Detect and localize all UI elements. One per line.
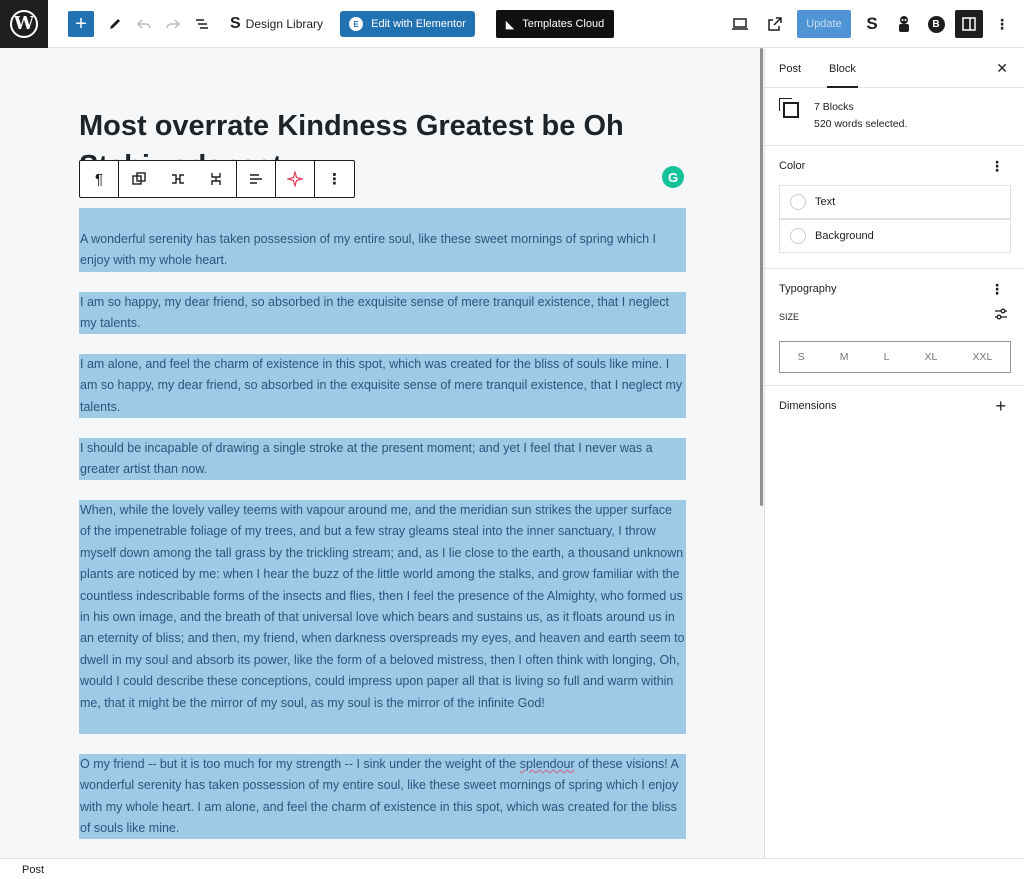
dimensions-panel[interactable]: Dimensions + — [765, 386, 1024, 426]
size-option-xxl[interactable]: XXL — [973, 351, 993, 363]
typography-title: Typography — [779, 283, 837, 295]
paragraph-block-6[interactable]: O my friend -- but it is too much for my… — [79, 754, 686, 839]
design-library-icon: S — [230, 15, 241, 32]
close-icon[interactable]: ✕ — [996, 60, 1008, 77]
size-option-l[interactable]: L — [884, 351, 890, 363]
paragraph-block-5[interactable]: When, while the lovely valley teems with… — [79, 500, 686, 734]
templates-cloud-icon: ◣ — [505, 18, 515, 31]
block-options-kebab-icon[interactable]: ⋮ — [315, 161, 354, 197]
templates-cloud-label: Templates Cloud — [522, 18, 605, 30]
paragraph-block-3[interactable]: I am alone, and feel the charm of existe… — [79, 354, 686, 418]
redo-icon[interactable] — [161, 12, 185, 36]
dimensions-title: Dimensions — [779, 400, 837, 412]
paragraph-block-2[interactable]: I am so happy, my dear friend, so absorb… — [79, 292, 686, 334]
color-options-kebab-icon[interactable]: ⋮ — [990, 158, 1004, 175]
text-color-swatch-icon — [790, 194, 806, 210]
add-dimension-plus-icon[interactable]: + — [995, 396, 1006, 417]
undo-icon[interactable] — [132, 12, 156, 36]
stack-icon[interactable] — [197, 161, 237, 197]
text-color-option[interactable]: Text — [779, 185, 1011, 219]
editor-top-bar: W + S Design Library E Edit with Element… — [0, 0, 1024, 48]
text-color-label: Text — [815, 196, 836, 208]
align-left-icon[interactable] — [237, 161, 276, 197]
multiple-blocks-icon — [779, 98, 799, 118]
multi-block-info: 7 Blocks 520 words selected. — [765, 88, 1024, 146]
elementor-icon: E — [349, 17, 364, 31]
plugin-figure-icon[interactable] — [892, 12, 916, 36]
block-toolbar: ¶ ⋮ — [79, 160, 355, 198]
breadcrumb-post[interactable]: Post — [22, 864, 44, 876]
grammarly-icon[interactable]: G — [662, 166, 684, 188]
paragraph-block-4[interactable]: I should be incapable of drawing a singl… — [79, 438, 686, 480]
view-post-external-icon[interactable] — [763, 12, 787, 36]
editor-canvas: Most overrate Kindness Greatest be Oh St… — [0, 48, 764, 858]
paragraph-block-icon[interactable]: ¶ — [80, 161, 120, 197]
settings-sidebar-toggle-icon[interactable] — [955, 10, 983, 38]
color-panel: Color ⋮ Text Background — [765, 146, 1024, 269]
size-option-m[interactable]: M — [840, 351, 849, 363]
add-block-button[interactable]: + — [68, 11, 94, 37]
spectra-s-icon[interactable]: S — [860, 12, 884, 36]
paragraph-text: O my friend -- but it is too much for my… — [80, 757, 520, 771]
typography-panel: Typography ⋮ SIZE S M L XL XXL — [765, 269, 1024, 386]
tools-pencil-icon[interactable] — [103, 12, 127, 36]
tab-block[interactable]: Block — [815, 63, 870, 88]
ai-sparkle-icon[interactable] — [276, 161, 315, 197]
tab-post[interactable]: Post — [765, 63, 815, 87]
design-library-button[interactable]: S Design Library — [230, 12, 323, 36]
size-label: SIZE — [779, 312, 800, 322]
row-icon[interactable] — [158, 161, 197, 197]
preview-device-icon[interactable] — [728, 12, 752, 36]
blocks-count: 7 Blocks — [814, 101, 854, 113]
typography-options-kebab-icon[interactable]: ⋮ — [990, 281, 1004, 298]
font-size-picker: S M L XL XXL — [779, 341, 1011, 373]
settings-sidebar: Post Block ✕ 7 Blocks 520 words selected… — [764, 48, 1024, 858]
options-kebab-icon[interactable]: ⋮ — [990, 12, 1014, 36]
update-button[interactable]: Update — [797, 10, 851, 38]
custom-size-toggle-icon[interactable] — [994, 307, 1008, 324]
paragraph-block-1[interactable]: A wonderful serenity has taken possessio… — [79, 208, 686, 272]
background-color-option[interactable]: Background — [779, 219, 1011, 253]
elementor-label: Edit with Elementor — [371, 18, 466, 30]
breadcrumb: Post — [0, 858, 1024, 879]
document-overview-icon[interactable] — [190, 12, 214, 36]
design-library-label: Design Library — [245, 17, 324, 31]
wordpress-icon: W — [10, 9, 38, 38]
background-color-swatch-icon — [790, 228, 806, 244]
size-option-xl[interactable]: XL — [925, 351, 938, 363]
edit-with-elementor-button[interactable]: E Edit with Elementor — [340, 11, 475, 37]
plugin-b-icon[interactable]: B — [924, 12, 948, 36]
wordpress-logo-button[interactable]: W — [0, 0, 48, 48]
sidebar-tabs: Post Block ✕ — [765, 48, 1024, 88]
group-icon[interactable] — [119, 161, 158, 197]
size-option-s[interactable]: S — [798, 351, 805, 363]
templates-cloud-button[interactable]: ◣ Templates Cloud — [496, 10, 614, 38]
canvas-scrollbar[interactable] — [760, 48, 763, 506]
color-title: Color — [779, 160, 806, 172]
words-selected: 520 words selected. — [814, 118, 908, 130]
spelling-underline[interactable]: splendour — [520, 757, 575, 771]
background-color-label: Background — [815, 230, 874, 242]
